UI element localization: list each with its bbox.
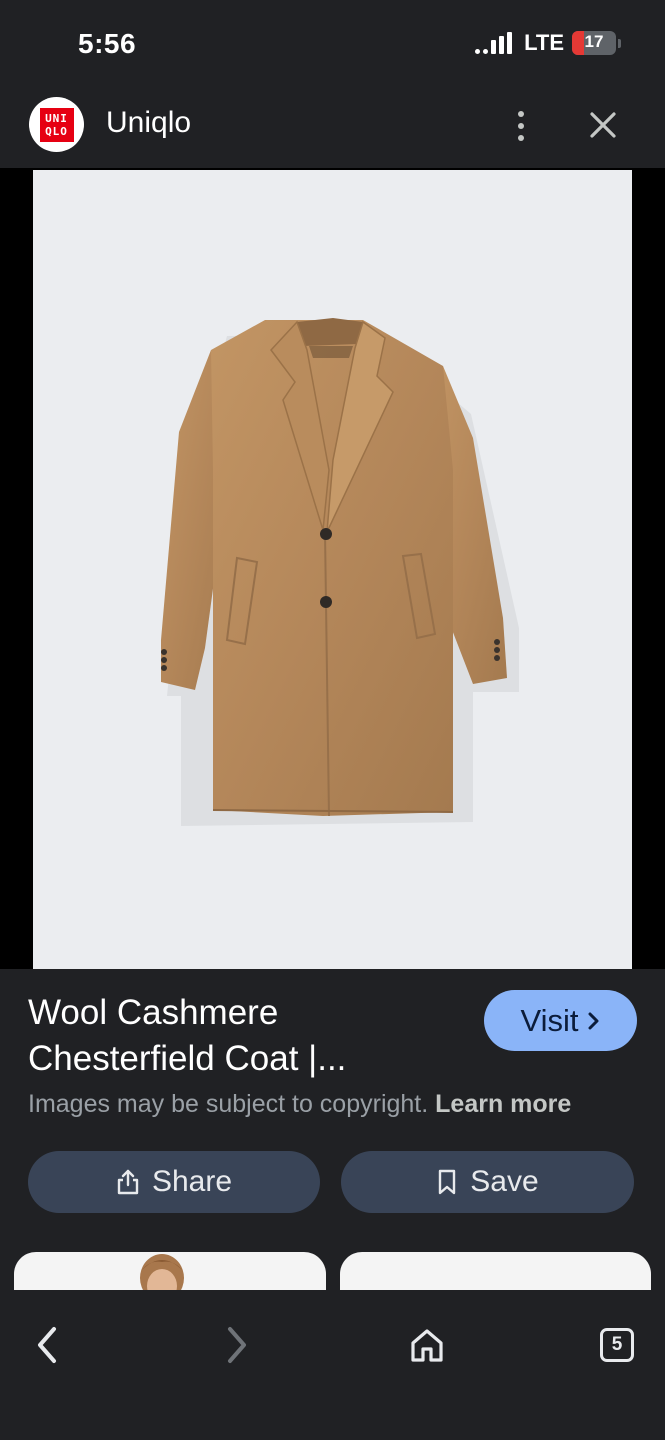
signal-icon (475, 32, 513, 54)
visit-button[interactable]: Visit (484, 990, 637, 1051)
related-image-card[interactable] (14, 1252, 326, 1292)
site-logo[interactable]: UNI QLO (29, 97, 84, 152)
share-label: Share (151, 1165, 233, 1198)
tabs-button[interactable]: 5 (592, 1320, 642, 1370)
visit-label: Visit (520, 1002, 579, 1038)
share-button[interactable]: Share (28, 1151, 320, 1213)
learn-more-link[interactable]: Learn more (435, 1090, 571, 1118)
related-images (0, 1252, 665, 1292)
uniqlo-logo-icon: UNI QLO (39, 107, 74, 142)
status-indicators: LTE 17 (475, 30, 621, 56)
chevron-right-icon[interactable] (212, 1320, 262, 1370)
status-bar: 5:56 LTE 17 (0, 0, 665, 90)
image-viewer (0, 168, 665, 969)
network-type: LTE (524, 30, 564, 55)
result-title[interactable]: Wool Cashmere Chesterfield Coat |... (28, 990, 458, 1082)
close-icon[interactable] (586, 108, 620, 142)
battery-icon: 17 (572, 31, 616, 55)
save-label: Save (470, 1165, 539, 1198)
share-icon (117, 1169, 139, 1195)
viewer-header: UNI QLO Uniqlo (0, 90, 665, 168)
bottom-navigation: 5 (0, 1290, 665, 1440)
product-image[interactable] (33, 170, 632, 969)
person-thumbnail (140, 1254, 184, 1292)
bookmark-icon (439, 1169, 456, 1195)
logo-line-2: QLO (45, 124, 68, 138)
copyright-notice: Images may be subject to copyright. Lear… (28, 1090, 648, 1119)
battery-level: 17 (584, 32, 604, 51)
screen: 5:56 LTE 17 UNI QLO Uniqlo Wool Cashmere… (0, 0, 665, 1440)
site-name[interactable]: Uniqlo (106, 106, 191, 140)
copyright-text: Images may be subject to copyright. (28, 1090, 429, 1118)
related-image-card[interactable] (340, 1252, 651, 1292)
home-icon[interactable] (402, 1320, 452, 1370)
logo-line-1: UNI (45, 111, 68, 125)
save-button[interactable]: Save (341, 1151, 634, 1213)
tab-count: 5 (600, 1328, 634, 1362)
more-vert-icon[interactable] (506, 106, 536, 146)
chevron-left-icon[interactable] (22, 1320, 72, 1370)
status-time: 5:56 (78, 28, 137, 59)
battery-nub (618, 38, 621, 48)
chevron-right-icon (588, 1012, 598, 1029)
